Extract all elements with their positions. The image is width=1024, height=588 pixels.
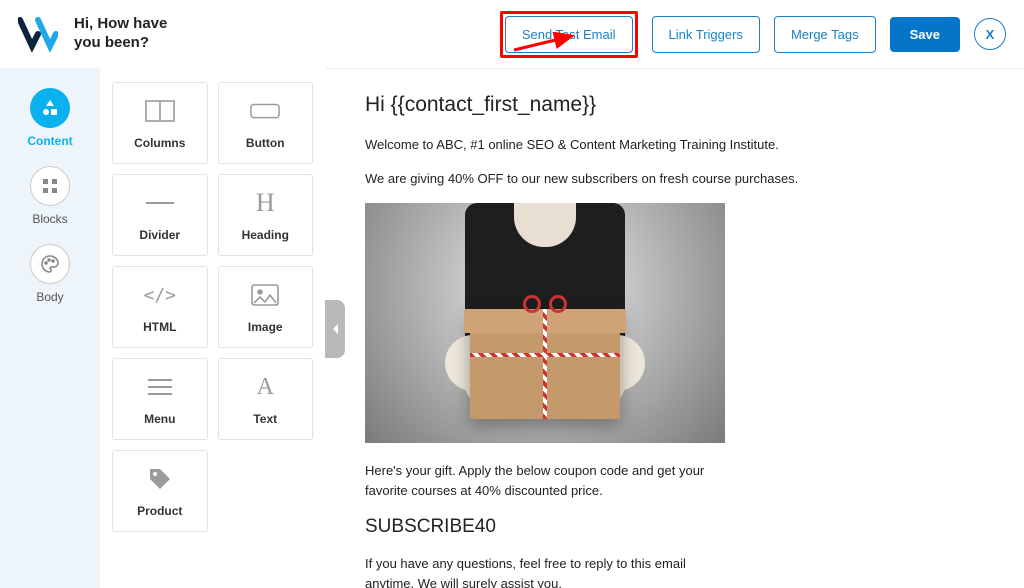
sidebar-item-label: Body — [36, 290, 63, 304]
image-icon — [250, 280, 280, 310]
save-button[interactable]: Save — [890, 17, 960, 52]
sidebar-item-label: Blocks — [32, 212, 67, 226]
components-panel: Columns Button Divider H Heading </> HTM… — [100, 68, 325, 588]
sidebar-item-body[interactable]: Body — [30, 244, 70, 304]
greeting-line1: Hi, How have — [74, 15, 167, 32]
email-heading[interactable]: Hi {{contact_first_name}} — [365, 93, 984, 117]
email-support-text[interactable]: If you have any questions, feel free to … — [365, 554, 735, 588]
component-product[interactable]: Product — [112, 450, 208, 532]
email-gift-text[interactable]: Here's your gift. Apply the below coupon… — [365, 461, 735, 501]
content-icon — [30, 88, 70, 128]
link-triggers-button[interactable]: Link Triggers — [652, 16, 760, 53]
component-image[interactable]: Image — [218, 266, 314, 348]
chevron-left-icon — [331, 323, 339, 335]
html-icon: </> — [145, 280, 175, 310]
close-button[interactable]: X — [974, 18, 1006, 50]
collapse-panel-handle[interactable] — [325, 300, 345, 358]
email-hero-image[interactable] — [365, 203, 725, 443]
email-canvas[interactable]: Hi {{contact_first_name}} Welcome to ABC… — [325, 69, 1024, 588]
merge-tags-button[interactable]: Merge Tags — [774, 16, 876, 53]
menu-icon — [145, 372, 175, 402]
blocks-icon — [30, 166, 70, 206]
columns-icon — [145, 96, 175, 126]
component-label: Button — [246, 136, 285, 150]
header-left: Hi, How have you been? — [18, 15, 194, 53]
button-icon — [250, 96, 280, 126]
header: Hi, How have you been? Send Test Email L… — [0, 0, 1024, 68]
send-test-email-button[interactable]: Send Test Email — [505, 16, 633, 53]
annotation-highlight: Send Test Email — [500, 11, 638, 58]
component-label: Columns — [134, 136, 185, 150]
component-label: Text — [253, 412, 277, 426]
component-heading[interactable]: H Heading — [218, 174, 314, 256]
component-label: Image — [248, 320, 283, 334]
palette-icon — [30, 244, 70, 284]
campaign-title: Hi, How have you been? — [74, 15, 194, 53]
component-label: Product — [137, 504, 182, 518]
component-label: HTML — [143, 320, 176, 334]
component-button[interactable]: Button — [218, 82, 314, 164]
editor-body: Content Blocks Body Columns Button Divid… — [0, 68, 1024, 588]
email-intro-1[interactable]: Welcome to ABC, #1 online SEO & Content … — [365, 135, 984, 155]
logo — [18, 16, 58, 52]
divider-icon — [145, 188, 175, 218]
heading-icon: H — [250, 188, 280, 218]
component-html[interactable]: </> HTML — [112, 266, 208, 348]
tag-icon — [145, 464, 175, 494]
sidebar: Content Blocks Body — [0, 68, 100, 588]
component-divider[interactable]: Divider — [112, 174, 208, 256]
sidebar-item-label: Content — [27, 134, 72, 148]
email-coupon-code[interactable]: SUBSCRIBE40 — [365, 516, 984, 538]
component-menu[interactable]: Menu — [112, 358, 208, 440]
close-icon: X — [986, 27, 995, 42]
greeting-line2: you been? — [74, 34, 149, 51]
header-actions: Send Test Email Link Triggers Merge Tags… — [500, 11, 1006, 58]
email-intro-2[interactable]: We are giving 40% OFF to our new subscri… — [365, 169, 984, 189]
sidebar-item-blocks[interactable]: Blocks — [30, 166, 70, 226]
component-label: Heading — [242, 228, 289, 242]
text-icon: A — [250, 372, 280, 402]
component-columns[interactable]: Columns — [112, 82, 208, 164]
canvas-wrapper: Hi {{contact_first_name}} Welcome to ABC… — [325, 68, 1024, 588]
sidebar-item-content[interactable]: Content — [27, 88, 72, 148]
component-text[interactable]: A Text — [218, 358, 314, 440]
component-label: Divider — [139, 228, 180, 242]
component-label: Menu — [144, 412, 175, 426]
